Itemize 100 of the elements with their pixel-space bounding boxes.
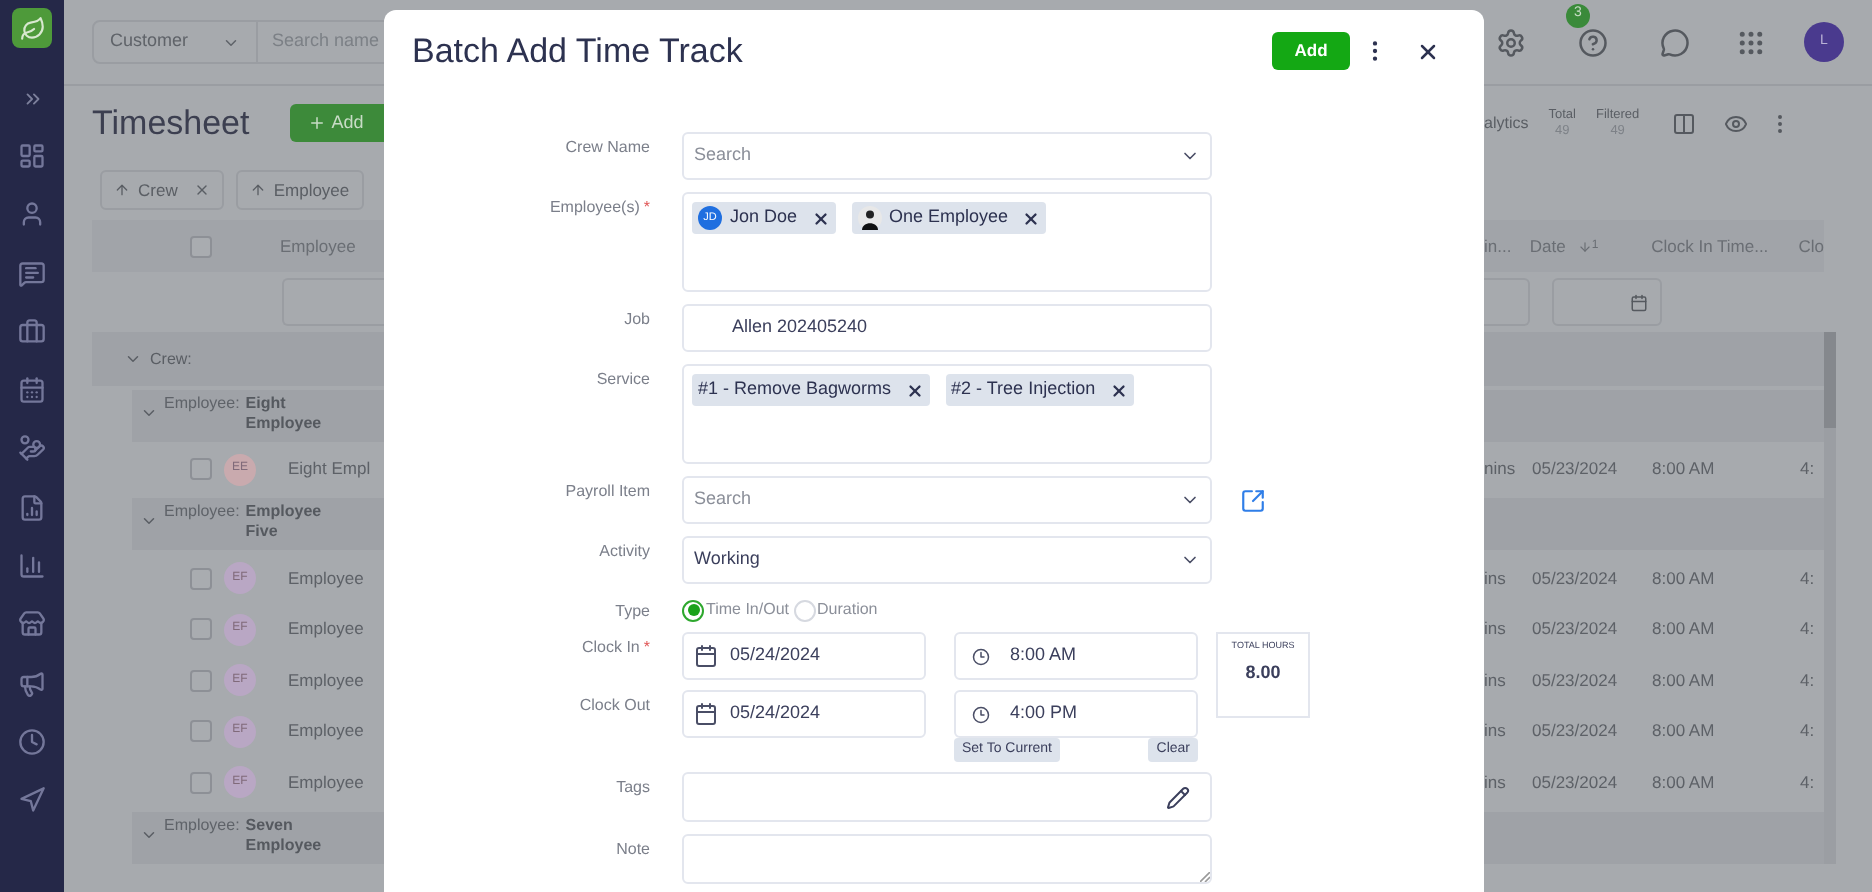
tags-field[interactable] [682,772,1212,822]
briefcase-icon[interactable] [18,317,46,346]
field-label: Clock In [581,638,640,656]
clock-out-cell: 4: [1800,667,1815,694]
group-value: Eight Employee [245,393,324,433]
date-field[interactable]: 05/24/2024 [682,690,926,738]
multi-select-field[interactable]: #1 - Remove Bagworms #2 - Tree Injection [682,364,1212,464]
clock-out-cell: 4: [1800,769,1815,796]
sort-chip[interactable]: Crew [100,170,224,210]
selected-tag[interactable]: One Employee [851,202,1047,234]
selected-tag[interactable]: #2 - Tree Injection [945,374,1134,406]
clock-in-cell-text: 8:00 AM [1652,565,1717,592]
required-asterisk: * [643,198,650,216]
text-field[interactable]: Allen 202405240 [682,304,1212,352]
dashboard-icon[interactable] [18,142,46,170]
duration-cell-text: ins [1484,718,1508,745]
crew-group-row[interactable]: Crew: [92,332,384,386]
date-filter-field[interactable] [1552,278,1662,326]
chevron-icon[interactable] [124,350,142,368]
field-label: Job [624,310,650,328]
field-label: Type [615,602,650,620]
employee-group-row[interactable]: Employee: Seven Employee [132,811,384,863]
duration-cell-text: ins [1484,565,1508,592]
date-cell-text: 05/23/2024 [1532,769,1620,796]
logo-icon[interactable] [12,8,52,48]
calendar-icon [694,644,718,668]
duration-cell-text: ins [1484,616,1508,643]
message-icon[interactable] [18,259,46,288]
duration-cell-text: nins [1484,456,1518,483]
group-value: Seven Employee [245,815,324,855]
checkbox[interactable] [190,235,212,257]
settings-icon[interactable] [1496,27,1526,57]
clock-out-cell: 4: [1800,616,1815,643]
customer-select[interactable]: Customer [92,20,258,64]
group-label: Employee: [164,502,240,522]
arrow-down-icon [1577,239,1592,253]
report-icon[interactable] [18,493,46,522]
external-link-icon[interactable] [1240,488,1266,514]
checkbox[interactable] [190,458,212,481]
checkbox[interactable] [190,771,212,794]
add-button[interactable]: Add [1272,32,1350,70]
person-icon[interactable] [18,200,46,229]
field-label: Note [616,840,650,858]
sort-chip[interactable]: Employee [235,170,364,210]
time-field[interactable]: 4:00 PM [954,690,1198,738]
remove-icon[interactable] [1022,209,1041,227]
arrow-up-icon [114,182,130,198]
checkbox[interactable] [190,618,212,641]
add-button[interactable]: Add [289,104,384,142]
scrollbar-thumb[interactable] [1824,332,1836,428]
bar-chart-icon[interactable] [18,552,46,581]
calendar-icon[interactable] [18,376,46,405]
clock-icon [972,647,990,665]
date-cell-text: 05/23/2024 [1532,718,1620,745]
columns-icon[interactable] [1671,111,1696,135]
required-asterisk: * [643,638,650,656]
store-icon[interactable] [18,610,46,639]
filter-field[interactable] [1484,278,1530,326]
pencil-icon [1166,785,1190,809]
chevron-icon[interactable] [140,512,158,530]
select-field[interactable]: Search [682,132,1212,180]
employee-group-row[interactable]: Employee: Eight Employee [132,389,384,441]
checkbox[interactable] [190,720,212,743]
employee-name: Employee [288,718,364,745]
select-field[interactable]: Search [682,476,1212,524]
clock-in-cell-text: 8:00 AM [1652,667,1717,694]
eye-icon[interactable] [1723,111,1748,135]
employee-group-row[interactable]: Employee: Employee Five [132,498,384,550]
radio-label: Duration [817,598,878,622]
remove-icon[interactable] [905,381,924,399]
analytics-link[interactable]: alytics [1484,111,1529,135]
remove-icon[interactable] [811,209,830,227]
clock-icon[interactable] [18,727,46,756]
hand-coins-icon[interactable] [18,434,46,463]
date-cell-text: 05/23/2024 [1532,616,1620,643]
page-title: Timesheet [92,101,250,146]
date-cell-text: 05/23/2024 [1532,456,1620,483]
field-label: Tags [616,778,650,796]
apps-grid-icon[interactable] [1736,27,1766,57]
employee-name: Employee [288,616,364,643]
field-label: Activity [599,542,650,560]
checkbox[interactable] [190,669,212,692]
clock-in-cell-text: 8:00 AM [1652,616,1717,643]
time-field[interactable]: 8:00 AM [954,632,1198,680]
help-icon[interactable] [1578,27,1608,57]
remove-icon[interactable] [1109,381,1128,399]
resize-handle-icon [1200,872,1210,882]
radio-button[interactable] [682,599,704,621]
expand-icon[interactable] [21,88,43,110]
select-field[interactable]: Working [682,536,1212,584]
megaphone-icon[interactable] [18,669,46,698]
navigation-icon[interactable] [18,786,46,815]
checkbox[interactable] [190,567,212,590]
field-label: Employee(s) [549,198,640,216]
close-icon[interactable] [1416,39,1440,63]
chat-icon[interactable] [1660,27,1690,57]
clock-out-cell: 4: [1800,718,1815,745]
note-field[interactable] [682,834,1212,884]
date-field[interactable]: 05/24/2024 [682,632,926,680]
selected-tag[interactable]: #1 - Remove Bagworms [692,374,930,406]
